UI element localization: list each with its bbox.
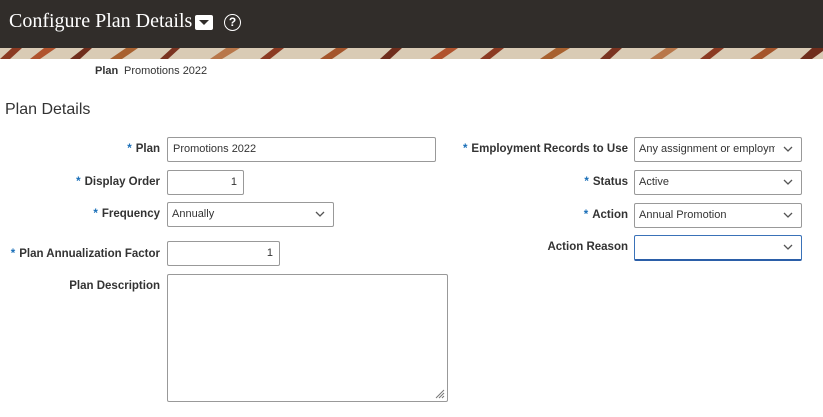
frequency-select[interactable]: Annually: [167, 202, 334, 227]
help-icon[interactable]: ?: [224, 14, 241, 31]
required-marker: *: [462, 143, 468, 155]
required-marker: *: [76, 176, 81, 188]
action-reason-select[interactable]: [634, 235, 802, 261]
required-marker: *: [584, 176, 589, 188]
breadcrumb-value: Promotions 2022: [124, 65, 208, 77]
employment-records-select[interactable]: Any assignment or employme: [634, 137, 802, 162]
decorative-banner: [0, 48, 823, 59]
employment-records-value: Any assignment or employme: [639, 143, 775, 155]
plan-label: * Plan: [127, 143, 160, 155]
required-marker: *: [93, 208, 98, 220]
description-label: Plan Description: [69, 280, 160, 292]
action-reason-label: Action Reason: [547, 241, 628, 253]
required-marker: *: [583, 209, 589, 221]
menu-dropdown-icon[interactable]: [195, 15, 213, 30]
page-title: Configure Plan Details: [9, 10, 193, 32]
plan-input[interactable]: Promotions 2022: [167, 137, 436, 162]
display-order-label: * Display Order: [76, 176, 160, 188]
chevron-down-icon: [783, 244, 793, 250]
section-title: Plan Details: [5, 101, 91, 118]
annualization-input[interactable]: 1: [167, 241, 280, 266]
breadcrumb-label: Plan: [95, 65, 119, 77]
app-header: Configure Plan Details ?: [0, 0, 823, 48]
required-marker: *: [127, 143, 132, 155]
action-select[interactable]: Annual Promotion: [634, 203, 802, 228]
employment-records-label: * Employment Records to Use: [462, 143, 628, 155]
chevron-down-icon: [783, 212, 793, 218]
action-value: Annual Promotion: [639, 209, 727, 221]
resize-grip-icon[interactable]: [434, 388, 445, 399]
required-marker: *: [10, 248, 16, 260]
status-value: Active: [639, 176, 669, 188]
chevron-down-icon: [315, 211, 325, 217]
status-label: * Status: [584, 176, 628, 188]
annualization-label: * Plan Annualization Factor: [10, 248, 160, 260]
frequency-label: * Frequency: [93, 208, 160, 220]
action-label: * Action: [583, 209, 628, 221]
frequency-value: Annually: [172, 208, 215, 220]
description-textarea[interactable]: [167, 274, 448, 402]
chevron-down-icon: [783, 146, 793, 152]
status-select[interactable]: Active: [634, 170, 802, 195]
display-order-input[interactable]: 1: [167, 170, 244, 195]
chevron-down-icon: [783, 179, 793, 185]
